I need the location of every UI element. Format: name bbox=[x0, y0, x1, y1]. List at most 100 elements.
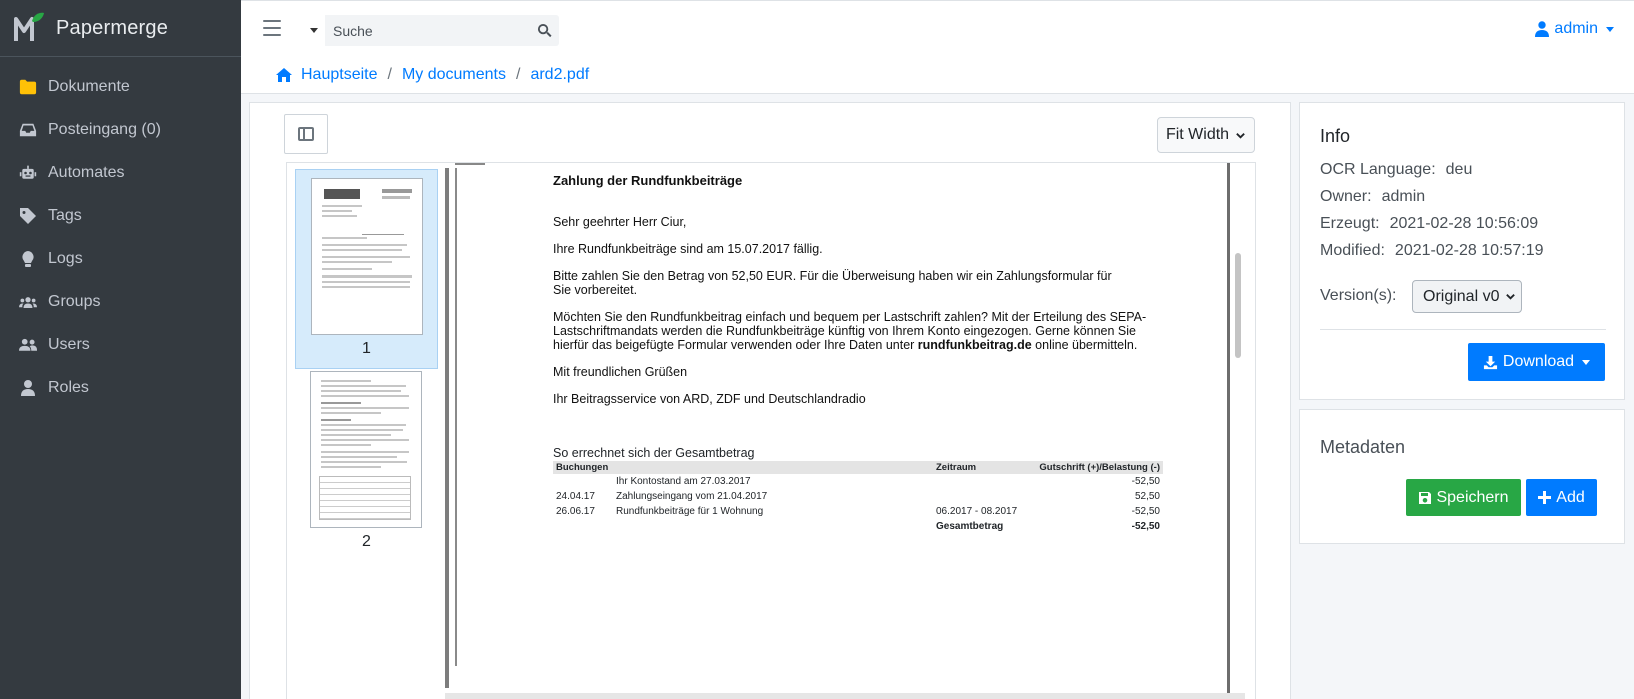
modified-label: Modified: bbox=[1320, 242, 1385, 259]
sidebar-item-logs[interactable]: Logs bbox=[0, 237, 241, 280]
sidebar-item-roles[interactable]: Roles bbox=[0, 366, 241, 409]
lightbulb-icon bbox=[18, 249, 38, 269]
page-paragraph: Bitte zahlen Sie den Betrag von 52,50 EU… bbox=[553, 269, 1112, 283]
charges-table: Buchungen Zeitraum Gutschrift (+)/Belast… bbox=[553, 461, 1163, 534]
breadcrumb-home[interactable]: Hauptseite bbox=[275, 66, 378, 84]
zoom-select[interactable]: Fit Width bbox=[1157, 117, 1255, 153]
search-icon bbox=[537, 23, 552, 38]
page-thumbnail[interactable]: 1 bbox=[295, 169, 438, 369]
chevron-down-icon bbox=[1236, 132, 1245, 139]
sidebar-item-label: Posteingang (0) bbox=[48, 120, 161, 138]
table-cell: 52,50 bbox=[1134, 491, 1160, 502]
table-cell: -52,50 bbox=[1131, 476, 1160, 487]
download-button[interactable]: Download bbox=[1468, 343, 1605, 381]
table-cell: Rundfunkbeiträge für 1 Wohnung bbox=[616, 506, 764, 517]
sidebar-item-automates[interactable]: Automates bbox=[0, 151, 241, 194]
info-card: Info OCR Language: deu Owner: admin Erzeug… bbox=[1299, 102, 1625, 400]
app-name: Papermerge bbox=[56, 16, 169, 39]
plus-icon bbox=[1538, 491, 1552, 504]
user-icon bbox=[1535, 21, 1550, 37]
versions-label: Version(s): bbox=[1320, 287, 1397, 304]
zoom-select-label: Fit Width bbox=[1165, 126, 1230, 143]
version-select[interactable]: Original v0 bbox=[1412, 280, 1522, 313]
page-text: Zahlung der Rundfunkbeiträge Sehr geehrt… bbox=[553, 173, 1183, 406]
page-paragraph: Ihre Rundfunkbeiträge sind am 15.07.2017… bbox=[553, 242, 823, 256]
table-cell: Zahlungseingang vom 21.04.2017 bbox=[616, 491, 768, 502]
sidebar-item-users[interactable]: Users bbox=[0, 323, 241, 366]
breadcrumb-separator: / bbox=[516, 66, 521, 83]
sidebar-item-groups[interactable]: Groups bbox=[0, 280, 241, 323]
summary-title: So errechnet sich der Gesamtbetrag bbox=[553, 446, 755, 460]
scrollbar[interactable] bbox=[1235, 253, 1241, 358]
created-value: 2021-02-28 10:56:09 bbox=[1389, 215, 1539, 232]
papermerge-logo-icon bbox=[14, 12, 44, 41]
breadcrumb-file[interactable]: ard2.pdf bbox=[530, 66, 589, 84]
thumbnails-panel: 1 2 bbox=[287, 163, 439, 699]
save-icon bbox=[1419, 491, 1432, 504]
users-group-icon bbox=[18, 292, 38, 312]
table-cell bbox=[613, 519, 933, 534]
page-edge bbox=[455, 163, 485, 165]
document-viewer: Fit Width 1 2 Zahlung der Rundfunkbeiträ… bbox=[249, 102, 1291, 699]
hamburger-menu-button[interactable] bbox=[263, 20, 281, 36]
table-header bbox=[613, 461, 933, 474]
user-icon bbox=[18, 378, 38, 398]
breadcrumb-home-label: Hauptseite bbox=[301, 66, 378, 83]
table-header: Zeitraum bbox=[933, 461, 1033, 474]
search-filter-dropdown[interactable] bbox=[303, 15, 325, 46]
users-icon bbox=[18, 335, 38, 355]
sidebar-item-tags[interactable]: Tags bbox=[0, 194, 241, 237]
table-header: Gutschrift (+)/Belastung (-) bbox=[1033, 461, 1163, 474]
user-menu-dropdown[interactable]: admin bbox=[1535, 20, 1614, 38]
sidebar-item-dokumente[interactable]: Dokumente bbox=[0, 65, 241, 108]
tag-icon bbox=[18, 206, 38, 226]
breadcrumb: Hauptseite / My documents / ard2.pdf bbox=[241, 57, 1634, 94]
add-button[interactable]: Add bbox=[1526, 479, 1597, 516]
table-header: Buchungen bbox=[553, 461, 613, 474]
caret-down-icon bbox=[1582, 359, 1591, 365]
owner-row: Owner: admin bbox=[1320, 188, 1425, 206]
page-edge bbox=[1227, 163, 1230, 693]
table-cell: 06.2017 - 08.2017 bbox=[936, 506, 1018, 517]
download-icon bbox=[1483, 355, 1497, 369]
page-heading: Zahlung der Rundfunkbeiträge bbox=[553, 173, 743, 188]
owner-label: Owner: bbox=[1320, 188, 1372, 205]
table-cell: 24.04.17 bbox=[556, 491, 595, 502]
table-total-row: Gesamtbetrag -52,50 bbox=[553, 519, 1163, 534]
modified-row: Modified: 2021-02-28 10:57:19 bbox=[1320, 242, 1544, 260]
sidebar-item-posteingang[interactable]: Posteingang (0) bbox=[0, 108, 241, 151]
save-button[interactable]: Speichern bbox=[1406, 479, 1521, 516]
toggle-thumbnails-button[interactable] bbox=[284, 114, 328, 154]
breadcrumb-folder[interactable]: My documents bbox=[402, 66, 506, 84]
chevron-down-icon bbox=[1506, 294, 1516, 300]
table-cell bbox=[553, 474, 613, 489]
home-icon bbox=[276, 68, 292, 82]
ocr-language-value: deu bbox=[1445, 161, 1473, 178]
page-view: Zahlung der Rundfunkbeiträge Sehr geehrt… bbox=[445, 163, 1245, 699]
sidebar-item-label: Tags bbox=[48, 206, 82, 224]
ocr-language-label: OCR Language: bbox=[1320, 161, 1436, 178]
thumbnail-image bbox=[311, 178, 423, 335]
sidebar-item-label: Roles bbox=[48, 378, 89, 396]
save-label: Speichern bbox=[1436, 488, 1509, 506]
page-paragraph: Mit freundlichen Grüßen bbox=[553, 365, 688, 379]
search-input[interactable]: Suche bbox=[325, 23, 529, 39]
search-button[interactable] bbox=[529, 23, 559, 38]
created-row: Erzeugt: 2021-02-28 10:56:09 bbox=[1320, 215, 1538, 233]
robot-icon bbox=[18, 163, 38, 183]
page-edge bbox=[445, 168, 449, 688]
sidebar-item-label: Users bbox=[48, 335, 90, 353]
sidebar-item-label: Dokumente bbox=[48, 77, 130, 95]
modified-value: 2021-02-28 10:57:19 bbox=[1394, 242, 1544, 259]
page-thumbnail[interactable]: 2 bbox=[295, 363, 438, 563]
inbox-icon bbox=[18, 120, 38, 140]
table-row: 24.04.17 Zahlungseingang vom 21.04.2017 … bbox=[553, 489, 1163, 504]
table-header-row: Buchungen Zeitraum Gutschrift (+)/Belast… bbox=[553, 461, 1163, 474]
main-sidebar: Papermerge Dokumente Posteingang (0) Aut… bbox=[0, 0, 241, 699]
sidebar-nav: Dokumente Posteingang (0) Automates Tags… bbox=[0, 57, 241, 409]
page-number: 2 bbox=[362, 533, 371, 550]
page-paragraph: Sie vorbereitet. bbox=[553, 283, 638, 297]
divider bbox=[1320, 329, 1606, 330]
download-label: Download bbox=[1502, 353, 1575, 370]
brand-link[interactable]: Papermerge bbox=[0, 0, 241, 57]
